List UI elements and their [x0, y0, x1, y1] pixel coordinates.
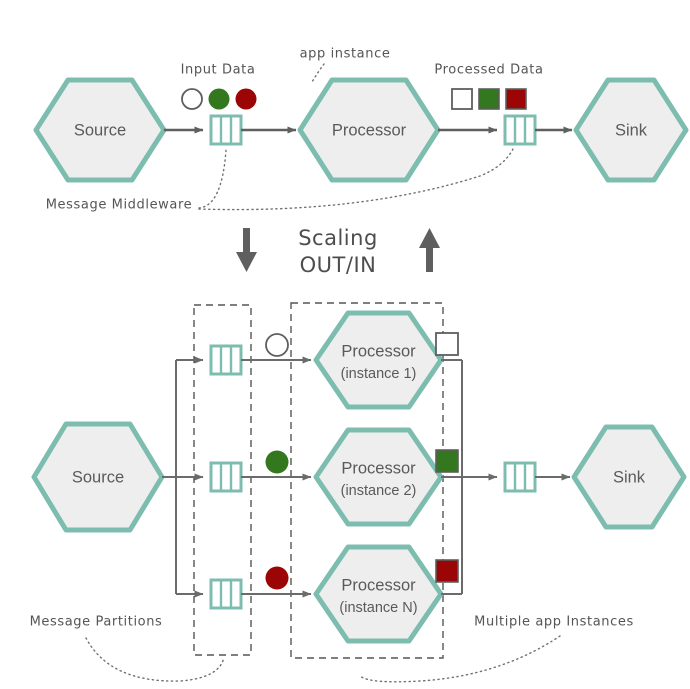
input-data-label: Input Data: [181, 63, 256, 78]
node-processor-instance-2-label: Processor: [341, 459, 416, 477]
message-partition-icon-1[interactable]: [209, 344, 243, 376]
node-sink-top[interactable]: Sink: [573, 77, 689, 183]
message-partitions-label: Message Partitions: [30, 615, 163, 630]
node-processor-top[interactable]: Processor: [297, 77, 441, 183]
scaling-label-line1: Scaling: [298, 226, 378, 250]
node-source-top-label: Source: [74, 121, 126, 139]
instance-n-input-token: [265, 566, 289, 590]
instance-n-output-token: [435, 559, 459, 583]
message-partition-icon-3[interactable]: [209, 578, 243, 610]
app-instance-leader: [311, 63, 325, 83]
node-processor-instance-1-label: Processor: [341, 342, 416, 360]
multiple-app-instances-label: Multiple app Instances: [474, 615, 634, 630]
instance-2-output-token: [435, 449, 459, 473]
node-processor-instance-n-sublabel: (instance N): [339, 600, 417, 616]
message-partition-icon-2[interactable]: [209, 461, 243, 493]
node-processor-instance-2[interactable]: Processor (instance 2): [313, 427, 444, 527]
message-middleware-icon-top-2[interactable]: [503, 114, 537, 146]
node-processor-top-label: Processor: [332, 121, 407, 139]
diagram-canvas: Source Input Data app instance Processor: [0, 0, 690, 689]
scaling-diagram-svg: Source Input Data app instance Processor: [30, 47, 689, 683]
instance-1-output-token: [435, 332, 459, 356]
processed-token-white: [451, 88, 473, 110]
message-middleware-leader-left: [198, 149, 227, 209]
scaling-arrow-down: [236, 228, 257, 272]
node-processor-instance-1-sublabel: (instance 1): [341, 366, 417, 382]
message-middleware-label: Message Middleware: [46, 198, 193, 213]
instance-1-input-token: [265, 333, 289, 357]
node-sink-bottom[interactable]: Sink: [571, 424, 687, 530]
node-sink-bottom-label: Sink: [613, 468, 646, 486]
instance-2-input-token: [265, 450, 289, 474]
message-middleware-icon-top[interactable]: [209, 114, 243, 146]
message-middleware-icon-bottom[interactable]: [503, 461, 537, 493]
scaling-arrow-up: [419, 228, 440, 272]
message-partitions-leader: [85, 637, 225, 682]
input-token-red: [235, 88, 257, 110]
node-source-bottom[interactable]: Source: [31, 421, 165, 533]
node-source-top[interactable]: Source: [33, 77, 167, 183]
node-sink-top-label: Sink: [615, 121, 648, 139]
node-processor-instance-n-label: Processor: [341, 576, 416, 594]
processed-data-label: Processed Data: [434, 63, 543, 78]
node-source-bottom-label: Source: [72, 468, 124, 486]
node-processor-instance-1[interactable]: Processor (instance 1): [313, 310, 444, 410]
processed-token-red: [505, 88, 527, 110]
input-token-green: [208, 88, 230, 110]
app-instance-label: app instance: [300, 47, 391, 62]
node-processor-instance-2-sublabel: (instance 2): [341, 483, 417, 499]
scaling-label-line2: OUT/IN: [300, 253, 377, 277]
node-processor-instance-n[interactable]: Processor (instance N): [313, 544, 444, 644]
processed-token-green: [478, 88, 500, 110]
input-token-white: [181, 88, 203, 110]
